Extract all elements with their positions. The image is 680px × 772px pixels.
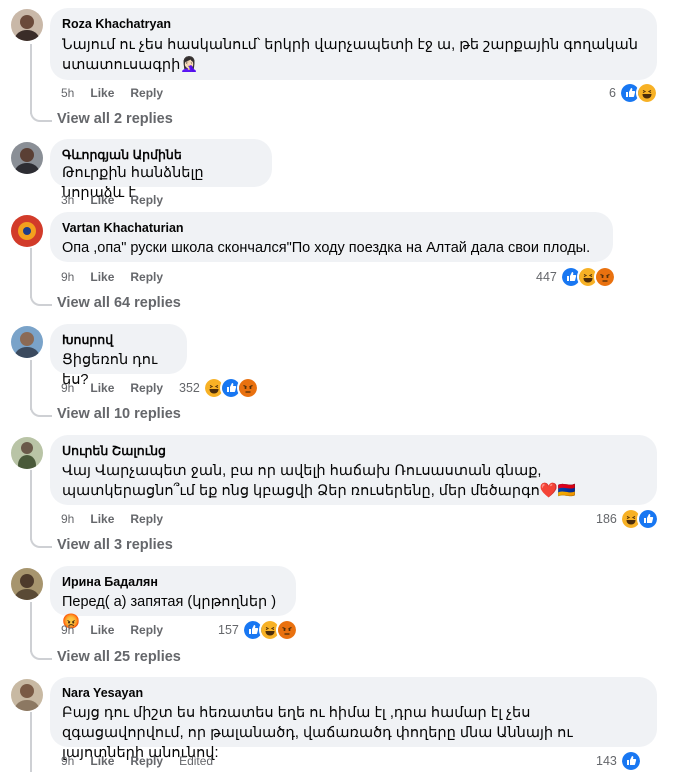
thread-elbow xyxy=(30,108,52,122)
thread-elbow xyxy=(30,403,52,417)
reply-button[interactable]: Reply xyxy=(130,193,163,207)
like-button[interactable]: Like xyxy=(90,86,114,100)
haha-icon xyxy=(635,82,658,104)
reaction-summary[interactable]: 186 xyxy=(596,508,659,530)
reaction-count: 352 xyxy=(179,381,200,395)
comment-actions: 9h Like Reply xyxy=(61,381,179,395)
thread-line xyxy=(30,44,32,114)
view-replies-link[interactable]: View all 2 replies xyxy=(57,111,173,127)
reaction-count: 186 xyxy=(596,512,617,526)
comment-bubble: Ирина Бадалян Перед( а) запятая (կրթողնե… xyxy=(50,566,296,630)
reaction-summary[interactable]: 447 xyxy=(536,266,616,288)
reply-button[interactable]: Reply xyxy=(130,270,163,284)
reaction-count: 447 xyxy=(536,270,557,284)
like-button[interactable]: Like xyxy=(90,270,114,284)
edited-label: Edited xyxy=(179,754,214,768)
reaction-summary[interactable]: 6 xyxy=(609,82,658,104)
reaction-summary[interactable]: 143 xyxy=(596,750,642,772)
avatar[interactable] xyxy=(11,9,43,41)
angry-icon xyxy=(275,619,298,641)
reply-button[interactable]: Reply xyxy=(130,512,163,526)
like-button[interactable]: Like xyxy=(90,754,114,768)
thread-line xyxy=(30,248,32,298)
comment-time[interactable]: 9h xyxy=(61,381,74,395)
thread-elbow xyxy=(30,534,52,548)
comment-bubble: Գևորգյան Արմինե Թուրքին հանձնելը նորաձև … xyxy=(50,139,272,201)
comment-author[interactable]: Խոսրով xyxy=(62,332,175,348)
like-button[interactable]: Like xyxy=(90,623,114,637)
avatar[interactable] xyxy=(11,437,43,469)
comment-text: Նայում ու չես հասկանում՝ երկրի վարչապետի… xyxy=(62,37,638,73)
like-icon xyxy=(619,750,642,772)
comment-author[interactable]: Roza Khachatryan xyxy=(62,16,645,32)
angry-icon xyxy=(593,266,616,288)
comment-time[interactable]: 9h xyxy=(61,623,74,637)
comment-bubble: Roza Khachatryan Նայում ու չես հասկանում… xyxy=(50,8,657,80)
comment-bubble: Խոսրով Ցիցեռոն դու ես? xyxy=(50,324,187,388)
reaction-summary[interactable]: 157 xyxy=(218,619,298,641)
comment-actions: 3h Like Reply xyxy=(61,193,179,207)
avatar[interactable] xyxy=(11,568,43,600)
view-replies-link[interactable]: View all 25 replies xyxy=(57,649,181,665)
reply-button[interactable]: Reply xyxy=(130,754,163,768)
reply-button[interactable]: Reply xyxy=(130,623,163,637)
comment-text: Опа ,опа" руски школа скончался"По ходу … xyxy=(62,240,591,256)
view-replies-link[interactable]: View all 64 replies xyxy=(57,295,181,311)
thread-elbow xyxy=(30,292,52,306)
like-button[interactable]: Like xyxy=(90,193,114,207)
comment-actions: 9h Like Reply xyxy=(61,270,179,284)
comment-author[interactable]: Սուրեն Շալունց xyxy=(62,443,645,459)
like-button[interactable]: Like xyxy=(90,381,114,395)
angry-icon xyxy=(236,377,259,399)
reaction-count: 157 xyxy=(218,623,239,637)
comment-bubble: Nara Yesayan Բայց դու միշտ ես հեռատես եղ… xyxy=(50,677,657,761)
comment-time[interactable]: 3h xyxy=(61,193,74,207)
comment-author[interactable]: Vartan Khachaturian xyxy=(62,220,601,236)
view-replies-link[interactable]: View all 10 replies xyxy=(57,406,181,422)
reaction-summary[interactable]: 352 xyxy=(179,377,259,399)
comment-time[interactable]: 5h xyxy=(61,86,74,100)
comment-author[interactable]: Գևորգյան Արմինե xyxy=(62,147,260,163)
comment-bubble: Սուրեն Շալունց Վայ Վարչապետ ջան, բա որ ա… xyxy=(50,435,657,505)
comment-actions: 9h Like Reply xyxy=(61,623,179,637)
comment-author[interactable]: Nara Yesayan xyxy=(62,685,645,701)
comment-actions: 9h Like Reply xyxy=(61,512,179,526)
comment-actions: 5h Like Reply xyxy=(61,86,179,100)
like-button[interactable]: Like xyxy=(90,512,114,526)
reply-button[interactable]: Reply xyxy=(130,381,163,395)
comment-time[interactable]: 9h xyxy=(61,512,74,526)
thread-line xyxy=(30,602,32,652)
comment-time[interactable]: 9h xyxy=(61,270,74,284)
comment-bubble: Vartan Khachaturian Опа ,опа" руски школ… xyxy=(50,212,613,262)
thread-line xyxy=(30,470,32,540)
reaction-count: 6 xyxy=(609,86,616,100)
avatar[interactable] xyxy=(11,326,43,358)
comment-actions: 9h Like Reply Edited xyxy=(61,754,229,768)
thread-line xyxy=(30,712,32,772)
reply-button[interactable]: Reply xyxy=(130,86,163,100)
thread-elbow xyxy=(30,646,52,660)
avatar[interactable] xyxy=(11,679,43,711)
comment-time[interactable]: 9h xyxy=(61,754,74,768)
avatar[interactable] xyxy=(11,215,43,247)
comment-text: Վայ Վարչապետ ջան, բա որ ավելի հաճախ Ռուս… xyxy=(62,463,576,499)
like-icon xyxy=(636,508,659,530)
comment-author[interactable]: Ирина Бадалян xyxy=(62,574,284,590)
view-replies-link[interactable]: View all 3 replies xyxy=(57,537,173,553)
avatar[interactable] xyxy=(11,142,43,174)
reaction-count: 143 xyxy=(596,754,617,768)
